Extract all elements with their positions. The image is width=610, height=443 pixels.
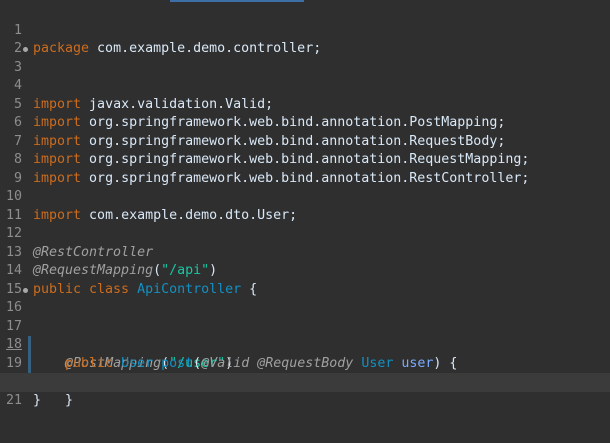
code-line-16[interactable]: 16 @PostMapping("/user") xyxy=(0,281,610,371)
code-line-7[interactable]: 7 import org.springframework.web.bind.an… xyxy=(0,114,610,168)
code-line-4[interactable]: 4 xyxy=(0,59,610,93)
code-line-1[interactable]: 1 package com.example.demo.controller; xyxy=(0,3,610,57)
code-line-9[interactable]: 9 xyxy=(0,151,610,186)
code-line-19[interactable]: 19 } xyxy=(0,336,610,408)
line-number: 21 xyxy=(5,392,22,408)
code-line-14[interactable]: 14 public class ApiController { xyxy=(0,244,610,297)
code-line-20[interactable]: 20 } xyxy=(0,355,610,408)
code-line-2[interactable]: 2 xyxy=(0,22,610,56)
code-text: } xyxy=(33,392,42,408)
fold-marker-icon[interactable] xyxy=(23,47,28,52)
code-line-17[interactable]: 17 public User post(@Valid @RequestBody … xyxy=(0,299,610,371)
code-editor[interactable]: 1 package com.example.demo.controller; 2… xyxy=(0,0,610,443)
code-line-6[interactable]: 6 import org.springframework.web.bind.an… xyxy=(0,96,610,149)
fold-marker-icon[interactable] xyxy=(23,287,28,293)
code-line-15[interactable]: 15 xyxy=(0,262,610,297)
code-line-13[interactable]: 13 @RequestMapping("/api") xyxy=(0,225,610,279)
code-line-18[interactable]: 18 return user; xyxy=(0,318,610,389)
code-line-10[interactable]: 10 import com.example.demo.dto.User; xyxy=(0,170,610,223)
code-line-5[interactable]: 5 import org.springframework.web.bind.an… xyxy=(0,77,610,131)
code-line-21[interactable]: 21 xyxy=(0,373,610,408)
code-line-11[interactable]: 11 xyxy=(0,188,610,223)
code-line-3[interactable]: 3 import javax.validation.Valid; xyxy=(0,40,610,112)
active-tab-indicator xyxy=(170,0,304,2)
code-line-12[interactable]: 12 @RestController xyxy=(0,207,610,260)
code-line-8[interactable]: 8 import org.springframework.web.bind.an… xyxy=(0,133,610,186)
